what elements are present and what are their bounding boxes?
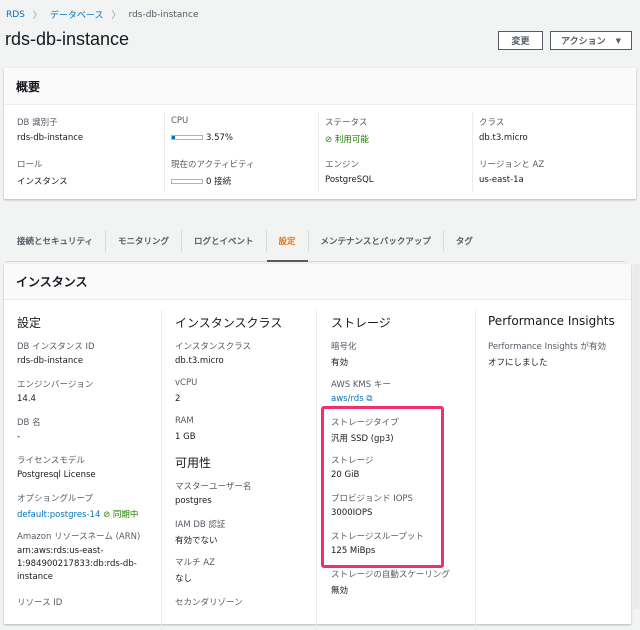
- option-group-link[interactable]: default:postgres-14: [17, 510, 100, 520]
- role-value: インスタンス: [17, 177, 68, 187]
- autoscaling-value: 無効: [331, 586, 349, 596]
- secondary-zone-label: セカンダリゾーン: [175, 598, 243, 608]
- vcpu-value: 2: [175, 394, 181, 404]
- role-label: ロール: [17, 160, 43, 170]
- cpu-bar: [171, 135, 203, 140]
- option-group-value: default:postgres-14 ⊘ 同期中: [17, 508, 138, 520]
- tab-tags[interactable]: タグ: [444, 230, 485, 252]
- option-group-label: オプショングループ: [17, 494, 93, 504]
- option-group-status: 同期中: [112, 510, 139, 520]
- tab-connectivity[interactable]: 接続とセキュリティ: [5, 229, 106, 252]
- scrollbar[interactable]: [633, 264, 640, 609]
- db-id-label: DB 識別子: [17, 118, 58, 128]
- field-label: DB インスタンス ID: [17, 342, 95, 352]
- arn-label: Amazon リソースネーム (ARN): [17, 532, 141, 542]
- arn-value-line: instance: [17, 572, 54, 582]
- region-value: us-east-1a: [479, 175, 524, 185]
- modify-label: 変更: [511, 37, 530, 47]
- resource-id-label: リソース ID: [17, 598, 63, 608]
- iam-auth-value: 有効でない: [175, 536, 218, 546]
- field-label: インスタンスクラス: [175, 342, 251, 352]
- external-link-icon[interactable]: ⧉: [366, 394, 372, 404]
- check-circle-icon: ⊘: [325, 135, 333, 145]
- status-badge: ⊘ 利用可能: [325, 133, 369, 145]
- check-circle-icon: ⊘: [103, 510, 111, 520]
- pi-label: Performance Insights が有効: [488, 342, 606, 352]
- chevron-right-icon: 〉: [111, 11, 121, 21]
- instance-class-value: db.t3.micro: [175, 356, 224, 366]
- actions-label: アクション: [561, 37, 606, 47]
- master-user-value: postgres: [175, 496, 212, 506]
- field-label: vCPU: [175, 378, 198, 388]
- field-label: IAM DB 認証: [175, 520, 226, 530]
- caret-down-icon: ▼: [615, 36, 621, 45]
- config-heading: 設定: [17, 316, 42, 330]
- activity-value: 0 接続: [171, 175, 231, 187]
- engine-label: エンジン: [325, 160, 360, 170]
- instance-panel: インスタンス 設定 DB インスタンス ID rds-db-instance エ…: [4, 264, 631, 630]
- db-name-value: -: [17, 432, 21, 442]
- kms-link[interactable]: aws/rds: [331, 394, 364, 404]
- db-id-value: rds-db-instance: [17, 133, 84, 143]
- engine-version-value: 14.4: [17, 394, 36, 404]
- field-label: ライセンスモデル: [17, 456, 85, 466]
- tab-configuration[interactable]: 設定: [266, 229, 309, 262]
- activity-label: 現在のアクティビティ: [171, 160, 255, 170]
- performance-insights-heading: Performance Insights: [488, 314, 615, 328]
- breadcrumb: RDS 〉 データベース 〉 rds-db-instance: [6, 8, 199, 22]
- tab-logs-events[interactable]: ログとイベント: [182, 229, 267, 252]
- cpu-label: CPU: [171, 116, 189, 126]
- kms-value: aws/rds ⧉: [331, 394, 372, 404]
- modify-button[interactable]: 変更: [498, 31, 543, 50]
- db-instance-id-value: rds-db-instance: [17, 356, 84, 366]
- status-text: 利用可能: [334, 135, 369, 145]
- summary-heading: 概要: [4, 68, 636, 105]
- storage-heading: ストレージ: [331, 316, 391, 330]
- field-label: DB 名: [17, 418, 41, 428]
- region-label: リージョンと AZ: [479, 160, 545, 170]
- instance-class-heading: インスタンスクラス: [175, 316, 283, 330]
- cpu-percent: 3.57%: [206, 133, 234, 143]
- breadcrumb-databases[interactable]: データベース: [50, 8, 104, 21]
- activity-text: 0 接続: [206, 177, 232, 187]
- tab-maintenance-backup[interactable]: メンテナンスとバックアップ: [309, 229, 444, 252]
- highlight-box: [321, 406, 444, 568]
- kms-label: AWS KMS キー: [331, 380, 391, 390]
- tab-bar: 接続とセキュリティ モニタリング ログとイベント 設定 メンテナンスとバックアッ…: [5, 220, 625, 262]
- class-label: クラス: [479, 118, 505, 128]
- page-title: rds-db-instance: [5, 29, 130, 49]
- breadcrumb-current: rds-db-instance: [128, 9, 199, 20]
- actions-button[interactable]: アクション ▼: [550, 31, 632, 50]
- summary-panel: 概要 DB 識別子 rds-db-instance ロール インスタンス CPU…: [4, 68, 636, 199]
- encryption-label: 暗号化: [331, 342, 357, 352]
- class-value: db.t3.micro: [479, 133, 528, 143]
- license-value: Postgresql License: [17, 470, 96, 480]
- multi-az-value: なし: [175, 574, 193, 584]
- encryption-value: 有効: [331, 358, 349, 368]
- chevron-right-icon: 〉: [32, 11, 42, 21]
- activity-bar: [171, 179, 203, 184]
- instance-heading: インスタンス: [4, 264, 631, 300]
- field-label: マスターユーザー名: [175, 482, 252, 492]
- breadcrumb-rds[interactable]: RDS: [6, 10, 25, 20]
- availability-heading: 可用性: [175, 456, 212, 470]
- arn-value-line: arn:aws:rds:us-east-: [17, 546, 104, 556]
- arn-value-line: 1:984900217833:db:rds-db-: [17, 559, 137, 569]
- cpu-value: 3.57%: [171, 133, 233, 143]
- engine-value: PostgreSQL: [325, 175, 374, 185]
- ram-value: 1 GB: [175, 432, 196, 442]
- field-label: マルチ AZ: [175, 558, 215, 568]
- field-label: エンジンバージョン: [17, 380, 94, 390]
- status-label: ステータス: [325, 118, 368, 128]
- field-label: ストレージの自動スケーリング: [331, 570, 450, 580]
- field-label: RAM: [175, 416, 194, 426]
- tab-monitoring[interactable]: モニタリング: [106, 229, 183, 252]
- pi-value: オフにしました: [488, 358, 548, 368]
